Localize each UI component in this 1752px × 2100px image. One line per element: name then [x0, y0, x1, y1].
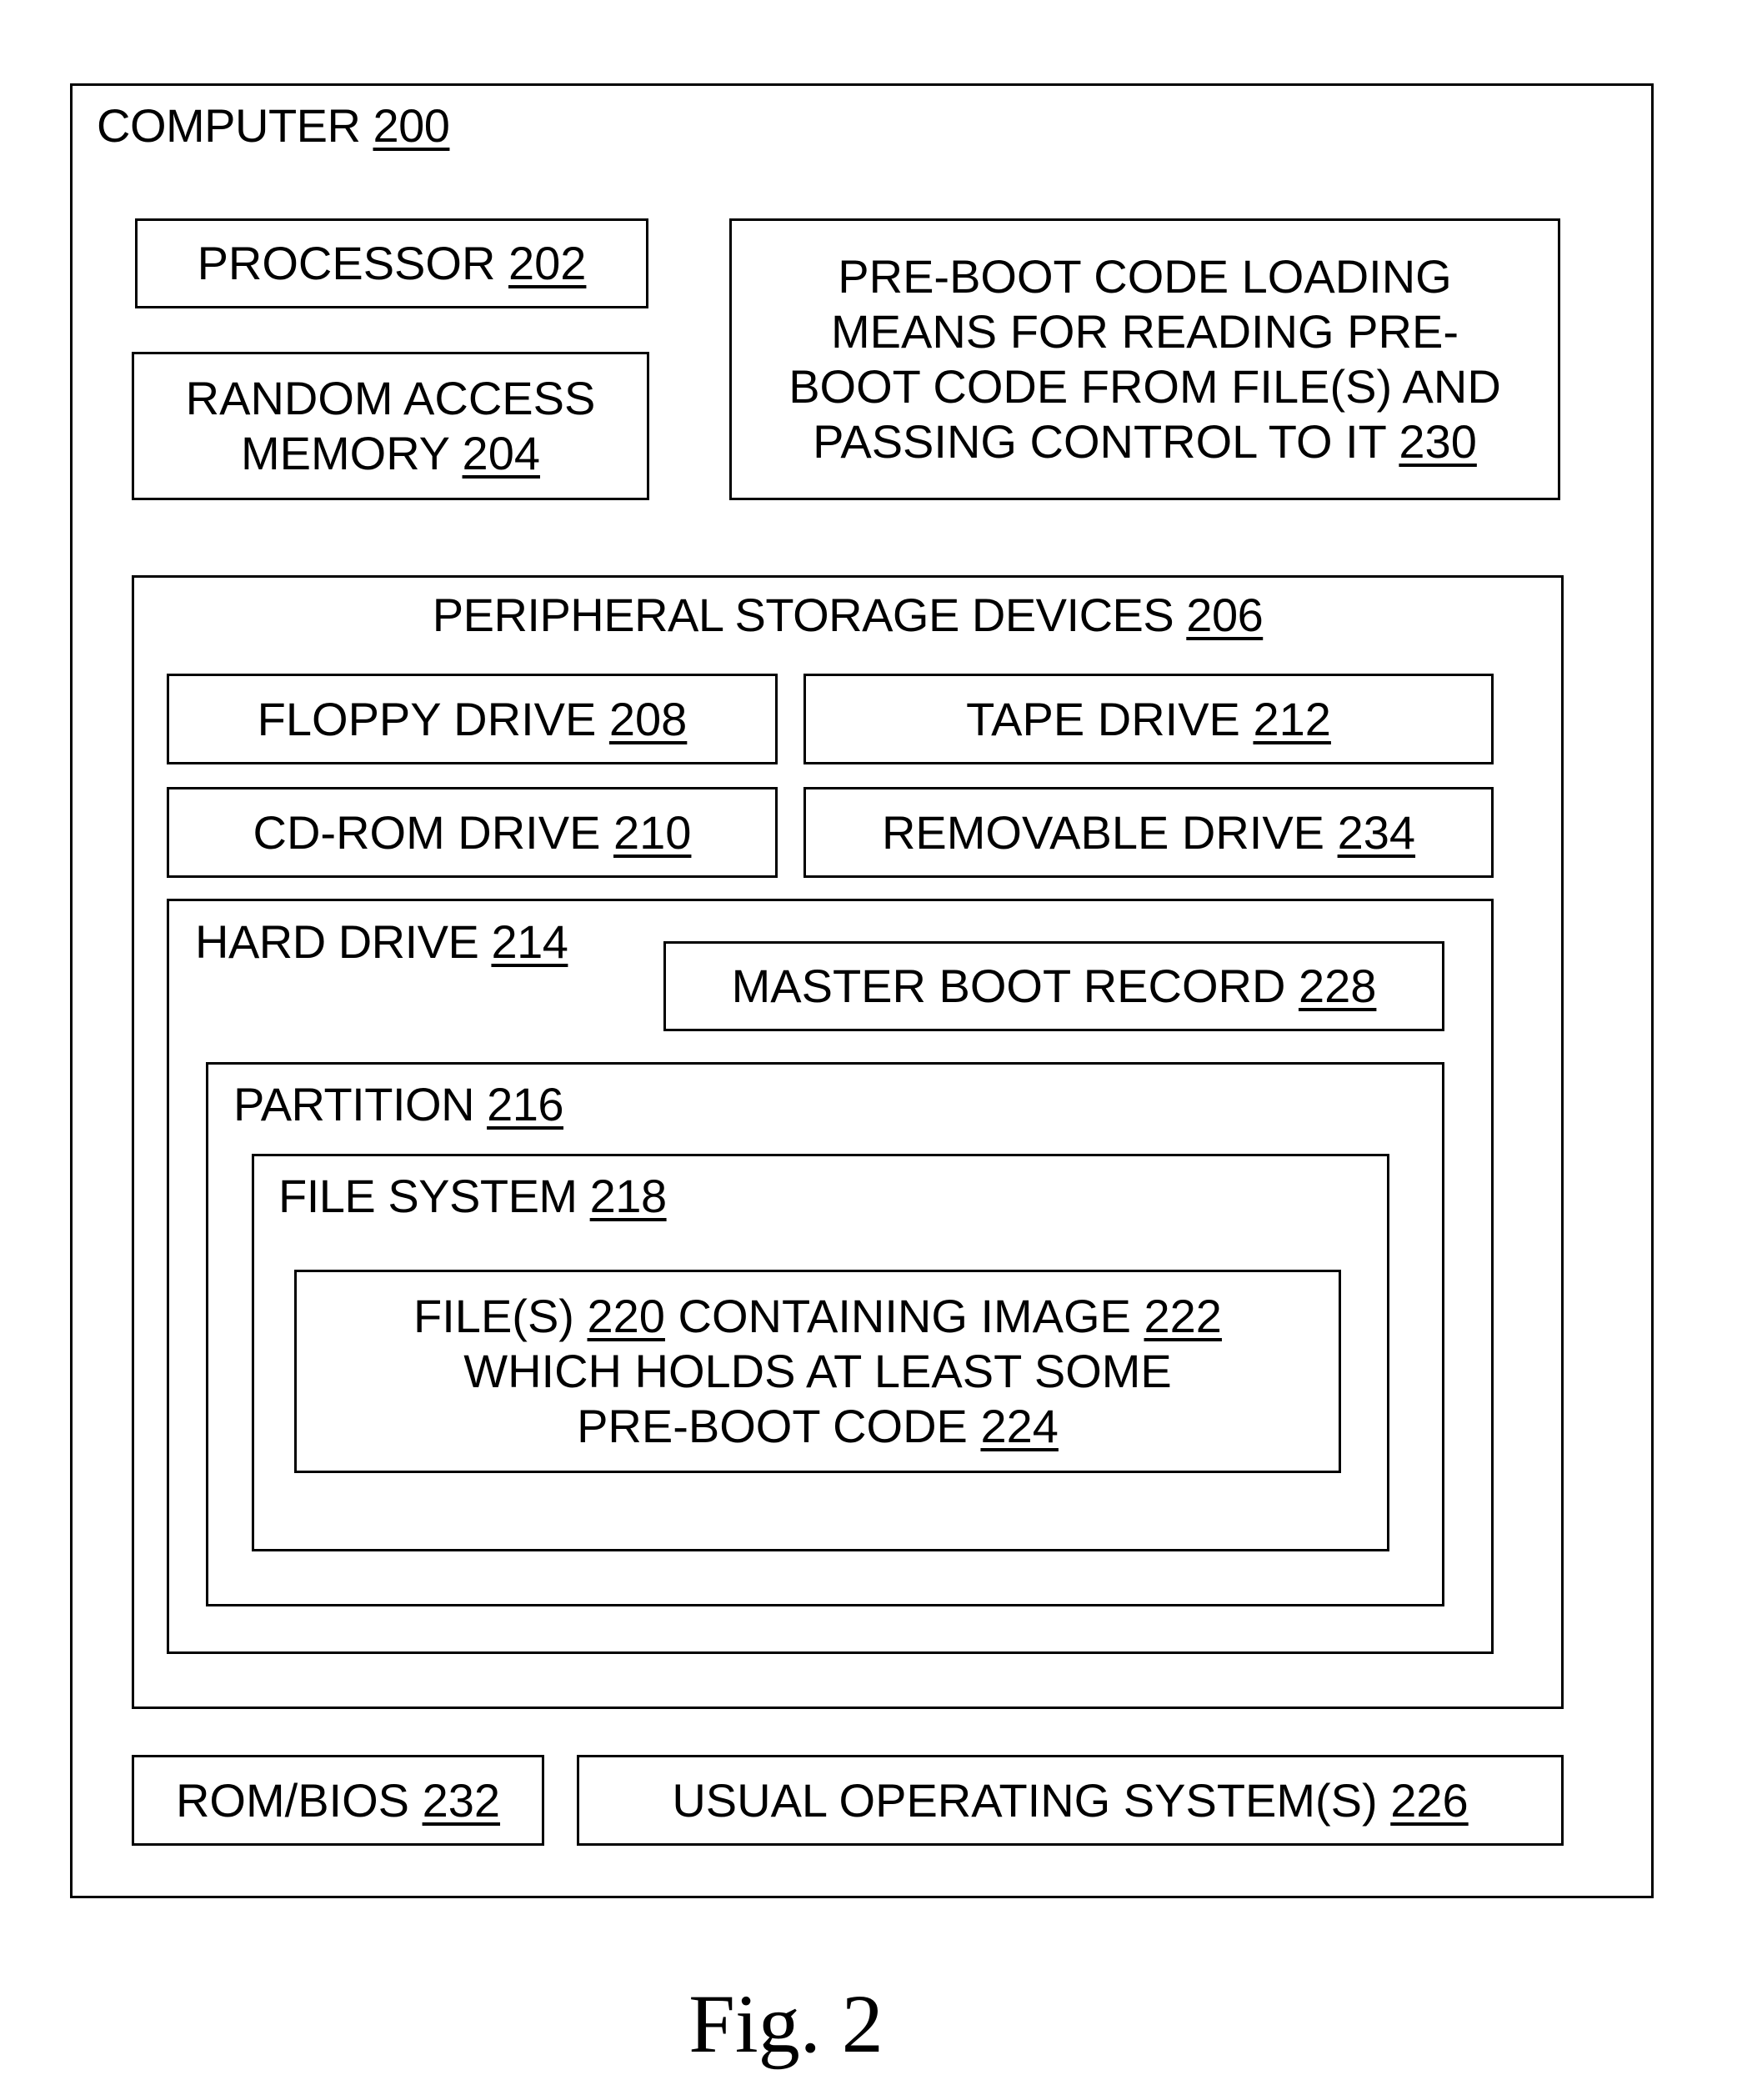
peripheral-storage-ref: 206: [1186, 589, 1264, 641]
partition-label: PARTITION 216: [233, 1077, 564, 1132]
peripheral-storage-label: PERIPHERAL STORAGE DEVICES 206: [132, 588, 1564, 643]
removable-drive-box: REMOVABLE DRIVE 234: [803, 787, 1494, 878]
files-image-box: FILE(S) 220 CONTAINING IMAGE 222 WHICH H…: [294, 1270, 1341, 1473]
files-image-label: FILE(S) 220 CONTAINING IMAGE 222 WHICH H…: [413, 1289, 1222, 1454]
removable-drive-ref: 234: [1337, 805, 1416, 859]
cdrom-drive-label-text: CD-ROM DRIVE: [253, 805, 601, 859]
ram-label: RANDOM ACCESS MEMORY 204: [186, 371, 596, 481]
operating-system-label: USUAL OPERATING SYSTEM(S) 226: [672, 1773, 1468, 1828]
cdrom-drive-box: CD-ROM DRIVE 210: [167, 787, 778, 878]
processor-label-text: PROCESSOR: [197, 237, 496, 289]
preboot-loader-box: PRE-BOOT CODE LOADING MEANS FOR READING …: [729, 218, 1560, 500]
files-text: FILE(S): [413, 1290, 574, 1342]
files-image-line2: WHICH HOLDS AT LEAST SOME: [463, 1345, 1172, 1397]
image-ref: 222: [1144, 1290, 1222, 1342]
preboot-loader-ref: 230: [1399, 415, 1477, 468]
tape-drive-label-text: TAPE DRIVE: [966, 692, 1240, 745]
rom-bios-ref: 232: [422, 1773, 501, 1827]
preboot-code-text: PRE-BOOT CODE: [577, 1400, 968, 1452]
master-boot-record-label: MASTER BOOT RECORD 228: [732, 959, 1377, 1014]
rom-bios-label: ROM/BIOS 232: [176, 1773, 500, 1828]
preboot-code-ref: 224: [980, 1400, 1059, 1452]
ram-line2-text: MEMORY: [241, 427, 449, 479]
floppy-drive-label: FLOPPY DRIVE 208: [258, 692, 688, 747]
master-boot-record-ref: 228: [1298, 960, 1377, 1012]
figure-caption: Fig. 2: [688, 1977, 884, 2070]
tape-drive-label: TAPE DRIVE 212: [966, 692, 1331, 747]
preboot-loader-line2: MEANS FOR READING PRE-: [831, 305, 1459, 358]
containing-image-text: CONTAINING IMAGE: [678, 1290, 1131, 1342]
peripheral-storage-label-text: PERIPHERAL STORAGE DEVICES: [432, 589, 1174, 641]
hard-drive-label-text: HARD DRIVE: [195, 915, 479, 968]
ram-ref: 204: [462, 427, 540, 479]
partition-label-text: PARTITION: [233, 1078, 475, 1130]
floppy-drive-box: FLOPPY DRIVE 208: [167, 674, 778, 764]
preboot-loader-line1: PRE-BOOT CODE LOADING: [838, 250, 1452, 303]
cdrom-drive-label: CD-ROM DRIVE 210: [253, 805, 692, 860]
computer-ref: 200: [373, 99, 450, 152]
preboot-loader-line4-text: PASSING CONTROL TO IT: [813, 415, 1386, 468]
hard-drive-label: HARD DRIVE 214: [195, 915, 568, 970]
files-ref: 220: [587, 1290, 665, 1342]
file-system-label-text: FILE SYSTEM: [278, 1170, 578, 1222]
ram-box: RANDOM ACCESS MEMORY 204: [132, 352, 649, 500]
removable-drive-label: REMOVABLE DRIVE 234: [882, 805, 1415, 860]
removable-drive-label-text: REMOVABLE DRIVE: [881, 805, 1325, 859]
partition-ref: 216: [487, 1078, 564, 1130]
file-system-label: FILE SYSTEM 218: [278, 1169, 667, 1224]
master-boot-record-box: MASTER BOOT RECORD 228: [663, 941, 1444, 1031]
preboot-loader-line3: BOOT CODE FROM FILE(S) AND: [788, 360, 1501, 413]
tape-drive-box: TAPE DRIVE 212: [803, 674, 1494, 764]
hard-drive-ref: 214: [491, 915, 568, 968]
cdrom-drive-ref: 210: [613, 805, 692, 859]
files-image-line3: PRE-BOOT CODE 224: [413, 1399, 1222, 1454]
floppy-drive-label-text: FLOPPY DRIVE: [257, 692, 597, 745]
preboot-loader-label: PRE-BOOT CODE LOADING MEANS FOR READING …: [788, 249, 1501, 469]
ram-line2: MEMORY 204: [186, 426, 596, 481]
rom-bios-label-text: ROM/BIOS: [175, 1773, 410, 1827]
ram-line1: RANDOM ACCESS: [185, 372, 596, 424]
processor-box: PROCESSOR 202: [135, 218, 648, 308]
floppy-drive-ref: 208: [608, 692, 688, 745]
master-boot-record-label-text: MASTER BOOT RECORD: [731, 960, 1286, 1012]
files-image-line1: FILE(S) 220 CONTAINING IMAGE 222: [413, 1289, 1222, 1344]
tape-drive-ref: 212: [1253, 692, 1331, 745]
operating-system-ref: 226: [1390, 1773, 1469, 1827]
operating-system-box: USUAL OPERATING SYSTEM(S) 226: [577, 1755, 1564, 1846]
preboot-loader-line4: PASSING CONTROL TO IT 230: [788, 414, 1501, 469]
processor-ref: 202: [508, 237, 587, 289]
rom-bios-box: ROM/BIOS 232: [132, 1755, 544, 1846]
file-system-ref: 218: [589, 1170, 667, 1222]
computer-label: COMPUTER 200: [97, 98, 450, 153]
computer-label-text: COMPUTER: [97, 99, 361, 152]
processor-label: PROCESSOR 202: [198, 236, 587, 291]
operating-system-label-text: USUAL OPERATING SYSTEM(S): [672, 1773, 1378, 1827]
